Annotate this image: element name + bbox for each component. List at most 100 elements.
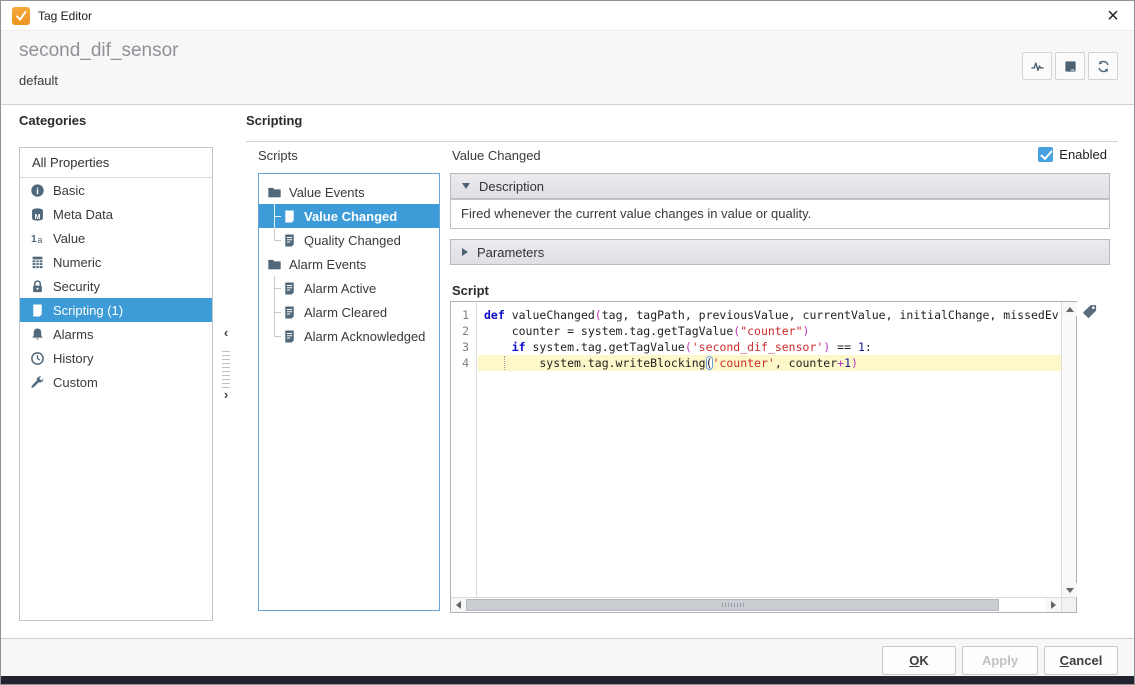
code-line: def valueChanged(tag, tagPath, previousV… (478, 307, 1061, 323)
enabled-checkbox[interactable] (1038, 147, 1053, 162)
line-number: 2 (451, 323, 476, 339)
categories-list: All Properties iBasicMMeta Data 1a Value Nu… (19, 147, 213, 621)
parameters-section-header[interactable]: Parameters (450, 239, 1110, 265)
category-label: Scripting (1) (53, 303, 123, 318)
value-icon: 1a (30, 231, 45, 246)
code-line: if system.tag.getTagValue('second_dif_se… (478, 339, 1061, 355)
refresh-icon (1096, 59, 1111, 74)
script-icon (282, 329, 297, 344)
category-item-value[interactable]: 1a Value (20, 226, 212, 250)
scripting-divider (246, 141, 1118, 142)
scrollbar-corner (1061, 597, 1076, 612)
collapse-left-chevron[interactable]: ‹ (219, 325, 233, 341)
category-label: Security (53, 279, 100, 294)
close-button[interactable]: × (1100, 3, 1126, 29)
svg-text:a: a (38, 235, 43, 245)
script-icon (282, 281, 297, 296)
horizontal-scrollbar[interactable] (451, 597, 1061, 612)
tree-item-label: Alarm Active (304, 281, 376, 296)
category-item-scripting-1[interactable]: Scripting (1) (20, 298, 212, 322)
parameters-header-label: Parameters (477, 245, 544, 260)
chevron-down-icon (462, 183, 470, 189)
tree-item-quality-changed[interactable]: Quality Changed (259, 228, 439, 252)
window-bottom-strip (1, 676, 1134, 684)
script-icon (282, 233, 297, 248)
splitter-grip[interactable] (222, 351, 230, 389)
pulse-icon (1030, 59, 1045, 74)
category-label: Meta Data (53, 207, 113, 222)
svg-text:1: 1 (31, 233, 37, 244)
category-item-all-properties[interactable]: All Properties (20, 148, 212, 178)
header-toolbar (1022, 52, 1118, 80)
tree-connector (269, 276, 282, 300)
ok-button[interactable]: OK (882, 646, 956, 675)
cancel-button[interactable]: Cancel (1044, 646, 1118, 675)
folder-icon (267, 257, 282, 272)
collapse-right-chevron[interactable]: › (219, 387, 233, 403)
line-number: 1 (451, 307, 476, 323)
tree-item-label: Alarm Acknowledged (304, 329, 425, 344)
line-number: 4 (451, 355, 476, 371)
description-section-header[interactable]: Description (450, 173, 1110, 199)
tag-name: second_dif_sensor (19, 40, 179, 62)
script-icon (30, 303, 45, 318)
description-text: Fired whenever the current value changes… (450, 199, 1110, 229)
scroll-right-arrow[interactable] (1046, 598, 1061, 612)
refresh-button[interactable] (1088, 52, 1118, 80)
code-area[interactable]: def valueChanged(tag, tagPath, previousV… (478, 302, 1061, 597)
category-label: Value (53, 231, 85, 246)
documentation-button[interactable] (1055, 52, 1085, 80)
folder-icon (267, 185, 282, 200)
chevron-right-icon (462, 248, 468, 256)
enabled-control: Enabled (1038, 147, 1107, 162)
scroll-down-arrow[interactable] (1062, 583, 1077, 597)
category-label: Basic (53, 183, 85, 198)
category-label: Numeric (53, 255, 101, 270)
scroll-left-arrow[interactable] (451, 598, 466, 612)
tree-item-label: Value Events (289, 185, 365, 200)
script-title: Value Changed (452, 148, 541, 163)
bell-icon (30, 327, 45, 342)
tree-connector (269, 300, 282, 324)
vertical-scrollbar[interactable] (1061, 302, 1076, 597)
line-number: 3 (451, 339, 476, 355)
tree-item-alarm-acknowledged[interactable]: Alarm Acknowledged (259, 324, 439, 348)
categories-heading: Categories (19, 113, 86, 128)
clock-icon (30, 351, 45, 366)
tag-annotation-icon[interactable] (1081, 303, 1098, 320)
category-item-numeric[interactable]: Numeric (20, 250, 212, 274)
tag-editor-window: Tag Editor × second_dif_sensor default (0, 0, 1135, 685)
tree-item-label: Quality Changed (304, 233, 401, 248)
wrench-icon (30, 375, 45, 390)
scripting-heading: Scripting (246, 113, 302, 128)
tree-item-alarm-events[interactable]: Alarm Events (259, 252, 439, 276)
category-item-custom[interactable]: Custom (20, 370, 212, 394)
tree-item-value-changed[interactable]: Value Changed (259, 204, 439, 228)
category-item-basic[interactable]: iBasic (20, 178, 212, 202)
tree-item-label: Value Changed (304, 209, 397, 224)
category-label: Custom (53, 375, 98, 390)
category-item-alarms[interactable]: Alarms (20, 322, 212, 346)
apply-button[interactable]: Apply (962, 646, 1038, 675)
script-label: Script (452, 283, 489, 298)
footer: OK Apply Cancel (1, 639, 1134, 678)
tag-provider: default (19, 73, 58, 88)
diagnostics-button[interactable] (1022, 52, 1052, 80)
horizontal-scroll-thumb[interactable] (466, 599, 999, 611)
tree-connector (269, 228, 282, 252)
category-label: Alarms (53, 327, 93, 342)
category-item-security[interactable]: Security (20, 274, 212, 298)
tree-item-value-events[interactable]: Value Events (259, 180, 439, 204)
enabled-label: Enabled (1059, 147, 1107, 162)
code-line: system.tag.writeBlocking('counter', coun… (478, 355, 1061, 371)
tree-item-alarm-cleared[interactable]: Alarm Cleared (259, 300, 439, 324)
tree-item-alarm-active[interactable]: Alarm Active (259, 276, 439, 300)
category-item-meta-data[interactable]: MMeta Data (20, 202, 212, 226)
tree-connector (269, 324, 282, 348)
title-bar: Tag Editor × (1, 1, 1134, 31)
scripts-label: Scripts (258, 148, 298, 163)
category-item-history[interactable]: History (20, 346, 212, 370)
scroll-up-arrow[interactable] (1062, 302, 1077, 316)
scripts-tree: Value Events Value Changed Quality Changed… (258, 173, 440, 611)
note-icon (1063, 59, 1078, 74)
